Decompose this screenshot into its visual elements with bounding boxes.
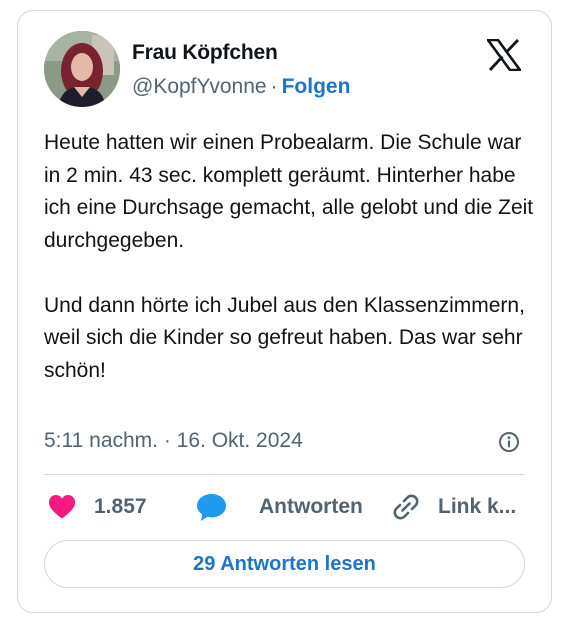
divider [44, 474, 525, 475]
tweet-card: Frau Köpfchen @KopfYvonne · Folgen Heute h… [17, 10, 552, 613]
x-logo-icon[interactable] [485, 38, 523, 72]
copy-link-label: Link k... [438, 495, 517, 518]
separator-dot: · [270, 75, 278, 98]
post-paragraph: Und dann hörte ich Jubel aus den Klassen… [44, 293, 525, 382]
info-icon[interactable] [498, 431, 520, 453]
heart-icon [49, 495, 75, 519]
like-count: 1.857 [94, 495, 147, 518]
follow-button[interactable]: Folgen [282, 75, 351, 98]
author-handle-row: @KopfYvonne · Folgen [132, 75, 350, 99]
author-name[interactable]: Frau Köpfchen [132, 41, 278, 65]
post-paragraph: Heute hatten wir einen Probealarm. Die S… [44, 131, 534, 252]
post-timestamp[interactable]: 5:11 nachm. · 16. Okt. 2024 [44, 429, 303, 453]
avatar-photo [44, 31, 120, 107]
like-button[interactable]: 1.857 [48, 489, 147, 525]
avatar[interactable] [44, 31, 120, 107]
link-icon [393, 494, 419, 520]
author-handle[interactable]: @KopfYvonne [132, 75, 267, 98]
read-replies-button[interactable]: 29 Antworten lesen [44, 540, 525, 588]
copy-link-button[interactable]: Link k... [392, 489, 516, 525]
post-text: Heute hatten wir einen Probealarm. Die S… [44, 127, 534, 387]
speech-bubble-icon [197, 493, 226, 521]
reply-button[interactable]: Antworten [196, 489, 363, 525]
reply-label: Antworten [259, 495, 363, 518]
